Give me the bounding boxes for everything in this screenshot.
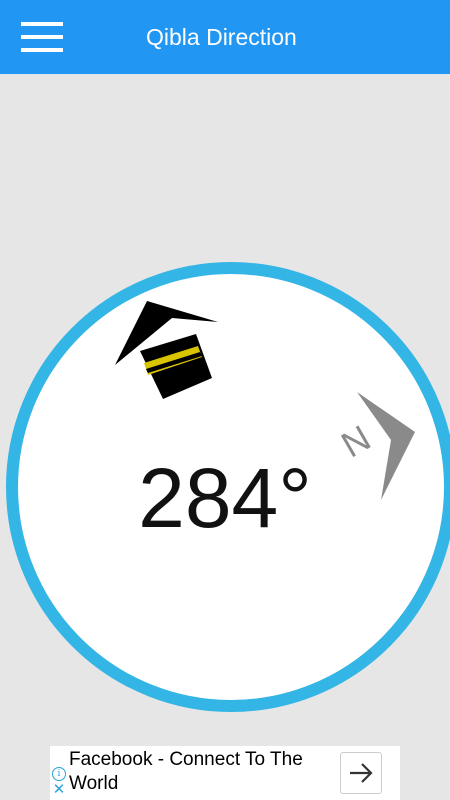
ad-info-icon[interactable]: i — [52, 767, 66, 781]
ad-cta-button[interactable] — [340, 752, 382, 794]
hamburger-menu-icon — [21, 22, 63, 26]
hamburger-menu-icon-line — [21, 35, 63, 39]
app-bar: Qibla Direction — [0, 0, 450, 74]
ad-banner[interactable]: i ✕ Facebook - Connect To The World — [50, 746, 400, 800]
heading-display: 284° — [0, 450, 450, 546]
page-title: Qibla Direction — [146, 24, 297, 50]
ad-badges: i ✕ — [50, 766, 68, 800]
heading-value: 284° — [138, 451, 312, 545]
ad-text: Facebook - Connect To The World — [69, 749, 303, 794]
hamburger-menu-icon-line — [21, 48, 63, 52]
ad-close-icon[interactable]: ✕ — [52, 782, 66, 797]
arrow-right-icon — [350, 763, 373, 783]
menu-button[interactable] — [18, 18, 66, 58]
